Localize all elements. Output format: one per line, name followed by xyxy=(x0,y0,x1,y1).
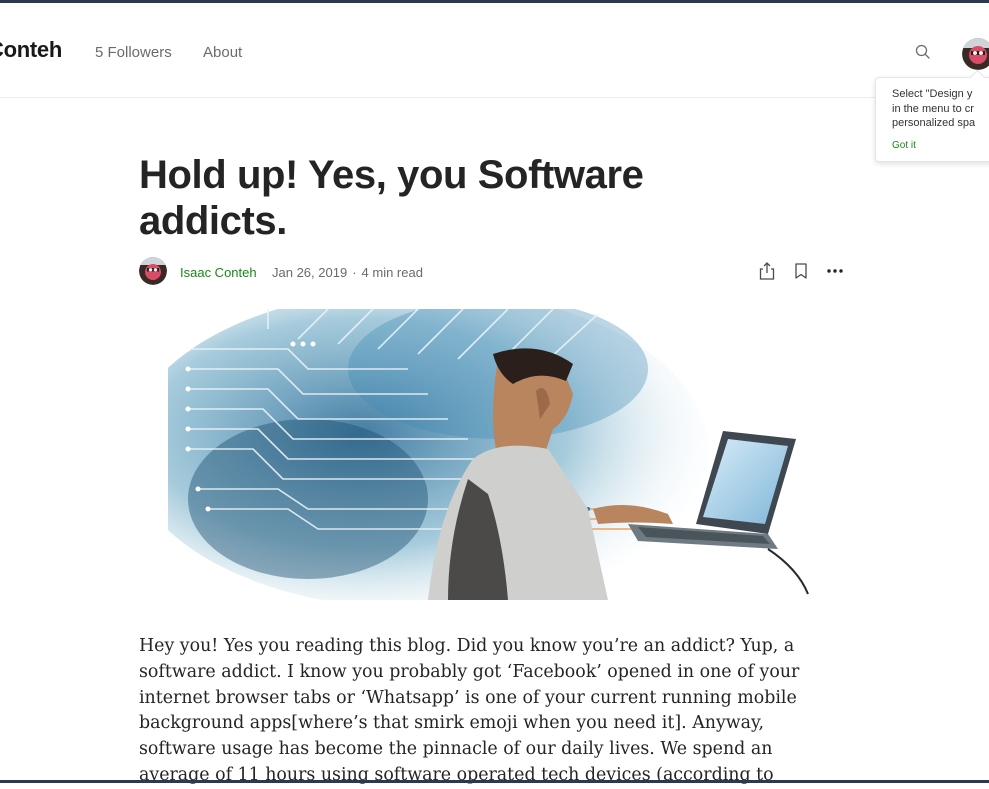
search-icon xyxy=(915,44,930,59)
article-title-line: addicts. xyxy=(139,199,287,243)
author-avatar[interactable] xyxy=(139,257,167,285)
publication-name[interactable]: Conteh xyxy=(0,37,62,63)
body-line: software addict. I know you probably got… xyxy=(139,661,800,682)
read-time: 4 min read xyxy=(361,265,423,280)
share-button[interactable] xyxy=(756,260,778,282)
tooltip-line: Select "Design y xyxy=(892,88,973,100)
article-body: Hey you! Yes you reading this blog. Did … xyxy=(139,634,839,789)
body-line: internet browser tabs or ‘Whatsapp’ is o… xyxy=(139,687,797,708)
search-button[interactable] xyxy=(912,41,934,63)
author-link[interactable]: Isaac Conteh xyxy=(180,265,257,280)
publish-date: Jan 26, 2019 xyxy=(272,265,348,280)
bookmark-button[interactable] xyxy=(790,260,812,282)
body-line: software usage has become the pinnacle o… xyxy=(139,739,773,760)
more-icon xyxy=(827,269,843,273)
article-hero-image xyxy=(168,309,814,600)
tooltip-line: in the menu to cr xyxy=(892,102,974,115)
got-it-button[interactable]: Got it xyxy=(892,140,989,151)
body-line: average of 11 hours using software opera… xyxy=(139,764,774,785)
body-line: background apps[where’s that smirk emoji… xyxy=(139,713,765,734)
user-avatar[interactable] xyxy=(962,38,989,70)
about-link[interactable]: About xyxy=(203,44,242,61)
tooltip-line: personalized spa xyxy=(892,117,976,129)
top-nav: Conteh 5 Followers About xyxy=(0,3,989,98)
article-byline: Isaac Conteh Jan 26, 2019 · 4 min read xyxy=(139,257,859,285)
more-options-button[interactable] xyxy=(824,260,846,282)
onboarding-tooltip: Select "Design y in the menu to cr perso… xyxy=(875,77,989,162)
article-meta: Jan 26, 2019 · 4 min read xyxy=(272,265,423,280)
followers-link[interactable]: 5 Followers xyxy=(95,44,172,61)
share-icon xyxy=(759,262,775,280)
body-line: Hey you! Yes you reading this blog. Did … xyxy=(139,636,795,656)
article-title: Hold up! Yes, you Software addicts. xyxy=(139,152,779,244)
meta-separator: · xyxy=(352,265,357,280)
article-title-line: Hold up! Yes, you Software xyxy=(139,153,644,197)
bookmark-icon xyxy=(795,263,807,279)
